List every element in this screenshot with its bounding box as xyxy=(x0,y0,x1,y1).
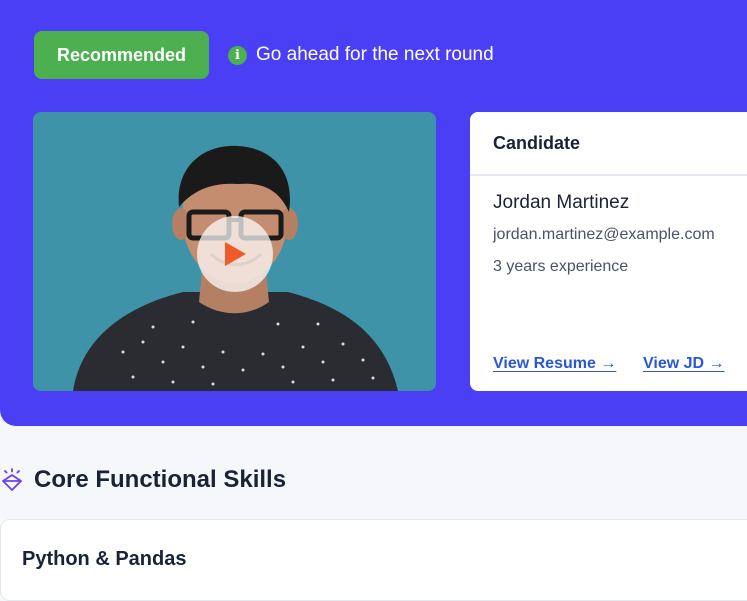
video-player[interactable] xyxy=(33,112,436,391)
status-note: i Go ahead for the next round xyxy=(228,42,494,68)
gem-icon xyxy=(2,468,22,491)
hero-banner: Recommended i Go ahead for the next roun… xyxy=(0,0,747,426)
section-title: Core Functional Skills xyxy=(34,466,287,493)
candidate-name: Jordan Martinez xyxy=(493,192,630,213)
info-icon: i xyxy=(228,45,247,65)
candidate-experience: 3 years experience xyxy=(493,258,629,275)
candidate-card: Candidate Jordan Martinez jordan.martine… xyxy=(470,112,747,391)
candidate-email: jordan.martinez@example.com xyxy=(493,226,715,243)
core-skills-heading: Core Functional Skills xyxy=(0,466,286,494)
recommended-badge: Recommended xyxy=(34,31,209,79)
status-note-text: Go ahead for the next round xyxy=(256,44,494,65)
view-jd-link[interactable]: View JD → xyxy=(643,355,725,373)
play-button[interactable] xyxy=(197,216,273,292)
view-resume-link[interactable]: View Resume → xyxy=(493,355,616,373)
skill-title: Python & Pandas xyxy=(22,548,187,570)
skill-panel: Python & Pandas xyxy=(0,519,747,601)
candidate-card-heading: Candidate xyxy=(470,112,747,176)
play-icon xyxy=(225,242,246,266)
